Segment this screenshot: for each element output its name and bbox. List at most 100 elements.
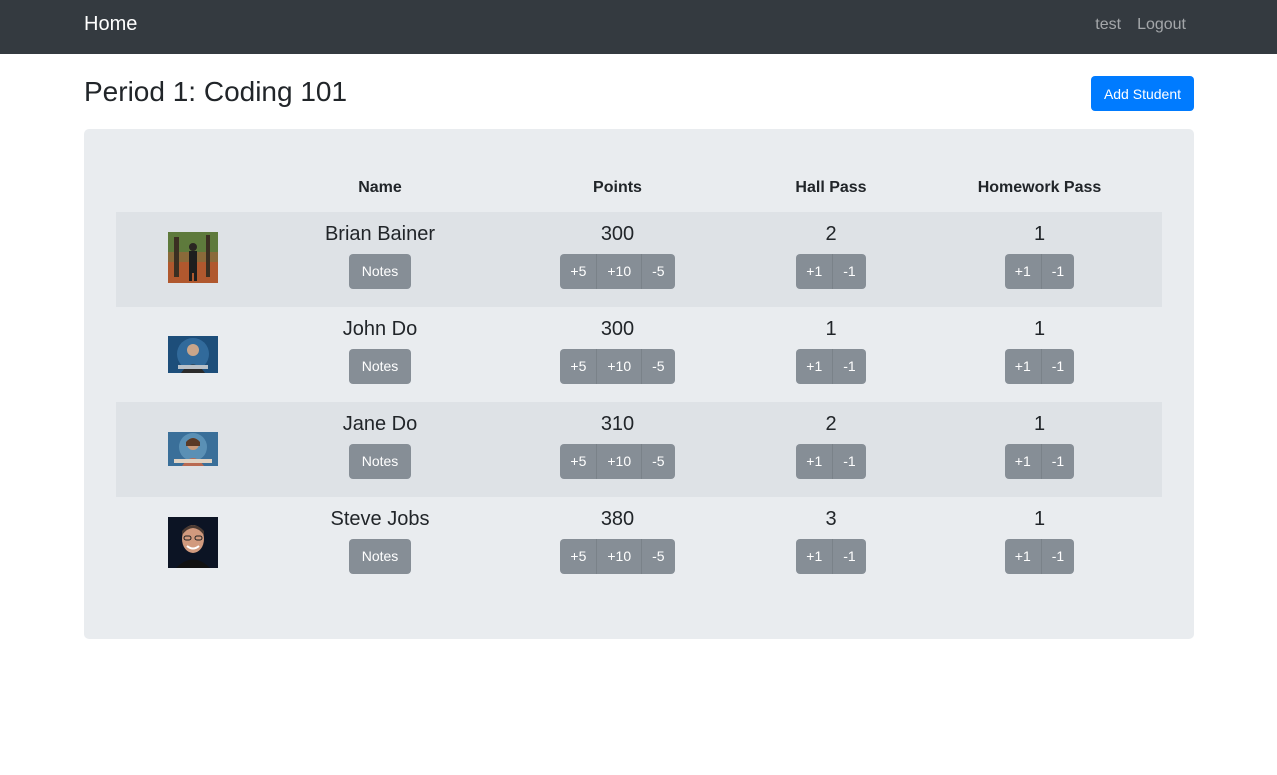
photo-cell <box>116 497 270 592</box>
subtract-5-points-button[interactable]: -5 <box>642 444 675 479</box>
homework-pass-increment-button[interactable]: +1 <box>1004 349 1042 384</box>
add-10-points-button[interactable]: +10 <box>597 539 643 574</box>
points-cell: 300 +5 +10 -5 <box>490 212 745 307</box>
notes-button[interactable]: Notes <box>348 539 412 574</box>
header-hall-pass: Hall Pass <box>795 179 867 196</box>
homework-pass-decrement-button[interactable]: -1 <box>1041 444 1075 479</box>
photo-cell <box>116 212 270 307</box>
hall-pass-cell: 1 +1 -1 <box>745 307 917 402</box>
student-photo <box>168 232 218 283</box>
homework-pass-button-group: +1 -1 <box>1004 539 1075 574</box>
page-header: Period 1: Coding 101 Add Student <box>84 76 1194 112</box>
homework-pass-value: 1 <box>1033 413 1046 435</box>
homework-pass-increment-button[interactable]: +1 <box>1004 444 1042 479</box>
hall-pass-button-group: +1 -1 <box>796 539 866 574</box>
student-name: Brian Bainer <box>324 223 436 245</box>
homework-pass-value: 1 <box>1033 318 1046 340</box>
hall-pass-decrement-button[interactable]: -1 <box>833 539 866 574</box>
hall-pass-value: 2 <box>825 413 837 435</box>
student-name: Steve Jobs <box>330 508 430 530</box>
hall-pass-increment-button[interactable]: +1 <box>796 444 834 479</box>
points-cell: 380 +5 +10 -5 <box>490 497 745 592</box>
points-cell: 300 +5 +10 -5 <box>490 307 745 402</box>
name-cell: Brian Bainer Notes <box>270 212 490 307</box>
user-link[interactable]: test <box>1095 16 1121 34</box>
add-5-points-button[interactable]: +5 <box>560 539 598 574</box>
hall-pass-increment-button[interactable]: +1 <box>796 254 834 289</box>
table-row: Steve Jobs Notes 380 +5 +10 -5 3 +1 -1 1… <box>116 497 1162 592</box>
student-name: Jane Do <box>342 413 418 435</box>
homework-pass-decrement-button[interactable]: -1 <box>1041 349 1075 384</box>
student-photo <box>168 517 218 568</box>
homework-pass-cell: 1 +1 -1 <box>917 307 1162 402</box>
logout-link[interactable]: Logout <box>1137 16 1186 34</box>
homework-pass-button-group: +1 -1 <box>1004 254 1075 289</box>
table-row: Brian Bainer Notes 300 +5 +10 -5 2 +1 -1 <box>116 212 1162 307</box>
top-navbar: Home test Logout <box>0 0 1277 54</box>
homework-pass-cell: 1 +1 -1 <box>917 497 1162 592</box>
add-5-points-button[interactable]: +5 <box>560 349 598 384</box>
homework-pass-increment-button[interactable]: +1 <box>1004 539 1042 574</box>
navbar-right: test Logout <box>1095 16 1186 34</box>
homework-pass-cell: 1 +1 -1 <box>917 402 1162 497</box>
subtract-5-points-button[interactable]: -5 <box>642 254 675 289</box>
add-student-button[interactable]: Add Student <box>1090 76 1194 111</box>
points-button-group: +5 +10 -5 <box>560 254 675 289</box>
homework-pass-value: 1 <box>1033 508 1046 530</box>
homework-pass-value: 1 <box>1033 223 1046 245</box>
homework-pass-button-group: +1 -1 <box>1004 444 1075 479</box>
photo-cell <box>116 402 270 497</box>
subtract-5-points-button[interactable]: -5 <box>642 349 675 384</box>
table-row: Jane Do Notes 310 +5 +10 -5 2 +1 -1 1 +1… <box>116 402 1162 497</box>
header-points: Points <box>593 179 642 196</box>
header-name: Name <box>358 179 402 196</box>
table-row: John Do Notes 300 +5 +10 -5 1 +1 -1 1 +1… <box>116 307 1162 402</box>
name-cell: Jane Do Notes <box>270 402 490 497</box>
homework-pass-decrement-button[interactable]: -1 <box>1041 254 1075 289</box>
points-button-group: +5 +10 -5 <box>560 349 675 384</box>
subtract-5-points-button[interactable]: -5 <box>642 539 675 574</box>
hall-pass-decrement-button[interactable]: -1 <box>833 254 866 289</box>
points-value: 310 <box>600 413 635 435</box>
hall-pass-value: 1 <box>825 318 837 340</box>
add-5-points-button[interactable]: +5 <box>560 444 598 479</box>
hall-pass-decrement-button[interactable]: -1 <box>833 349 866 384</box>
add-10-points-button[interactable]: +10 <box>597 444 643 479</box>
students-table: Name Points Hall Pass Homework Pass Bria… <box>116 164 1162 592</box>
homework-pass-decrement-button[interactable]: -1 <box>1041 539 1075 574</box>
header-photo <box>116 164 270 212</box>
add-10-points-button[interactable]: +10 <box>597 349 643 384</box>
homework-pass-button-group: +1 -1 <box>1004 349 1075 384</box>
hall-pass-value: 2 <box>825 223 837 245</box>
photo-cell <box>116 307 270 402</box>
homework-pass-increment-button[interactable]: +1 <box>1004 254 1042 289</box>
hall-pass-value: 3 <box>825 508 837 530</box>
hall-pass-button-group: +1 -1 <box>796 444 866 479</box>
students-panel: Name Points Hall Pass Homework Pass Bria… <box>84 129 1194 639</box>
table-header-row: Name Points Hall Pass Homework Pass <box>116 164 1162 212</box>
points-button-group: +5 +10 -5 <box>560 444 675 479</box>
points-value: 300 <box>600 318 635 340</box>
header-homework-pass: Homework Pass <box>977 179 1102 196</box>
notes-button[interactable]: Notes <box>348 444 412 479</box>
homework-pass-cell: 1 +1 -1 <box>917 212 1162 307</box>
student-photo <box>168 336 218 373</box>
points-button-group: +5 +10 -5 <box>560 539 675 574</box>
home-link[interactable]: Home <box>84 13 137 36</box>
hall-pass-increment-button[interactable]: +1 <box>796 539 834 574</box>
add-5-points-button[interactable]: +5 <box>560 254 598 289</box>
points-value: 380 <box>600 508 635 530</box>
student-name: John Do <box>342 318 418 340</box>
hall-pass-decrement-button[interactable]: -1 <box>833 444 866 479</box>
student-photo <box>168 432 218 466</box>
hall-pass-button-group: +1 -1 <box>796 254 866 289</box>
add-10-points-button[interactable]: +10 <box>597 254 643 289</box>
hall-pass-cell: 2 +1 -1 <box>745 212 917 307</box>
name-cell: Steve Jobs Notes <box>270 497 490 592</box>
notes-button[interactable]: Notes <box>348 254 412 289</box>
hall-pass-increment-button[interactable]: +1 <box>796 349 834 384</box>
hall-pass-button-group: +1 -1 <box>796 349 866 384</box>
name-cell: John Do Notes <box>270 307 490 402</box>
page-title: Period 1: Coding 101 <box>84 76 348 107</box>
notes-button[interactable]: Notes <box>348 349 412 384</box>
